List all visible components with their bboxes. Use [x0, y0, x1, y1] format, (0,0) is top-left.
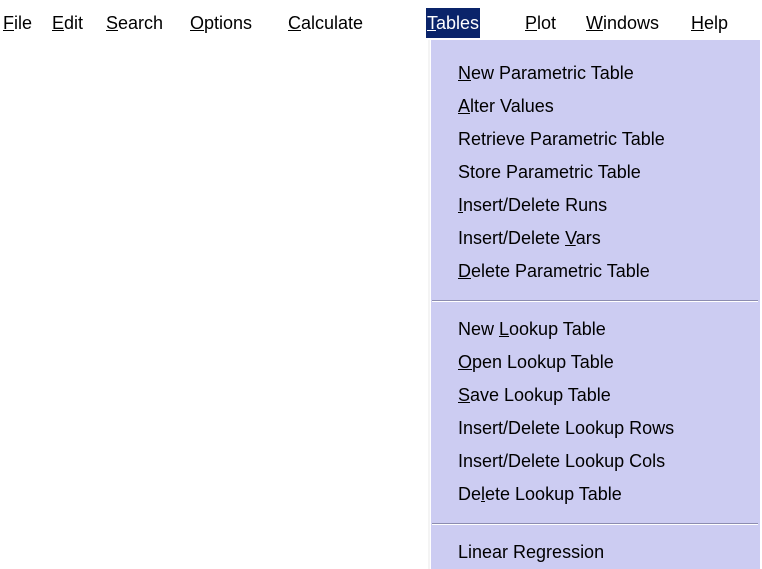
menu-item-delete-parametric-table[interactable]: Delete Parametric Table: [458, 256, 650, 286]
menu-item-new-parametric-table[interactable]: New Parametric Table: [458, 58, 634, 88]
menu-bar: File Edit Search Options Calculate Table…: [0, 0, 762, 40]
menu-item-new-lookup-table[interactable]: New Lookup Table: [458, 314, 606, 344]
menu-item-save-lookup-table[interactable]: Save Lookup Table: [458, 380, 611, 410]
menu-item-delete-lookup-table[interactable]: Delete Lookup Table: [458, 479, 622, 509]
menu-item-insert-delete-runs[interactable]: Insert/Delete Runs: [458, 190, 607, 220]
menu-tables[interactable]: Tables: [426, 8, 481, 38]
menu-item-insert-delete-lookup-rows[interactable]: Insert/Delete Lookup Rows: [458, 413, 674, 443]
menu-item-alter-values[interactable]: Alter Values: [458, 91, 554, 121]
menu-edit[interactable]: Edit: [51, 8, 84, 38]
menu-separator: [432, 300, 758, 302]
menu-item-retrieve-parametric-table[interactable]: Retrieve Parametric Table: [458, 124, 665, 154]
menu-item-store-parametric-table[interactable]: Store Parametric Table: [458, 157, 641, 187]
menu-separator: [432, 523, 758, 525]
menu-windows[interactable]: Windows: [585, 8, 660, 38]
menu-item-open-lookup-table[interactable]: Open Lookup Table: [458, 347, 614, 377]
menu-help[interactable]: Help: [690, 8, 729, 38]
menu-calculate[interactable]: Calculate: [287, 8, 364, 38]
menu-item-insert-delete-vars[interactable]: Insert/Delete Vars: [458, 223, 601, 253]
menu-file[interactable]: File: [2, 8, 33, 38]
menu-search[interactable]: Search: [105, 8, 164, 38]
menu-item-insert-delete-lookup-cols[interactable]: Insert/Delete Lookup Cols: [458, 446, 665, 476]
menu-item-linear-regression[interactable]: Linear Regression: [458, 537, 604, 567]
tables-dropdown-menu: New Parametric Table Alter Values Retrie…: [428, 40, 760, 569]
menu-plot[interactable]: Plot: [524, 8, 557, 38]
menu-options[interactable]: Options: [189, 8, 253, 38]
